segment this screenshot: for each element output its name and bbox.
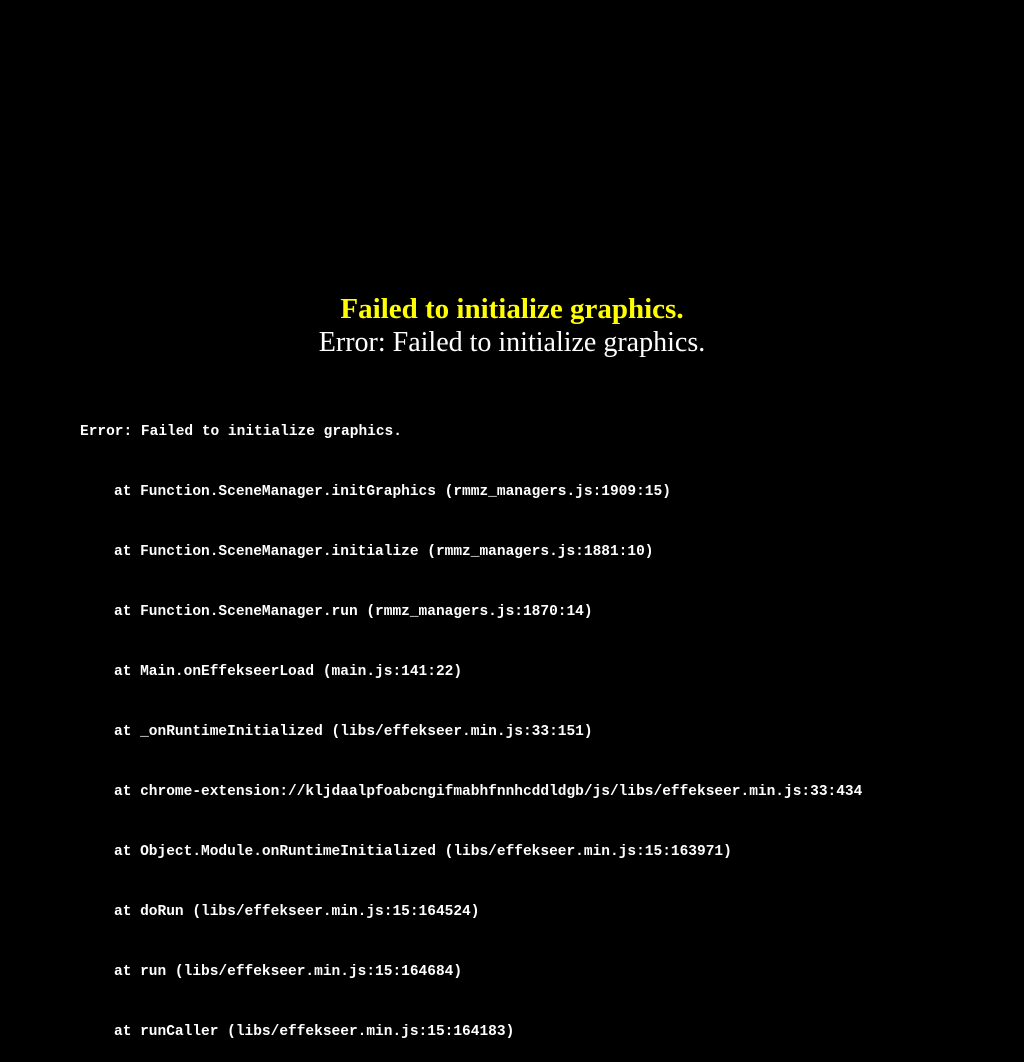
stack-line: at runCaller (libs/effekseer.min.js:15:1… [80,1022,862,1042]
stack-line: at run (libs/effekseer.min.js:15:164684) [80,962,862,982]
stack-line: at Function.SceneManager.initialize (rmm… [80,542,862,562]
stack-line: at _onRuntimeInitialized (libs/effekseer… [80,722,862,742]
stack-line: at Object.Module.onRuntimeInitialized (l… [80,842,862,862]
stack-header: Error: Failed to initialize graphics. [80,422,862,442]
stack-line: at Function.SceneManager.initGraphics (r… [80,482,862,502]
stack-line: at chrome-extension://kljdaalpfoabcngifm… [80,782,862,802]
error-title: Failed to initialize graphics. [0,293,1024,326]
stack-line: at Function.SceneManager.run (rmmz_manag… [80,602,862,622]
error-stack-trace: Error: Failed to initialize graphics. at… [80,382,862,1062]
error-subtitle: Error: Failed to initialize graphics. [0,327,1024,359]
stack-line: at Main.onEffekseerLoad (main.js:141:22) [80,662,862,682]
stack-line: at doRun (libs/effekseer.min.js:15:16452… [80,902,862,922]
